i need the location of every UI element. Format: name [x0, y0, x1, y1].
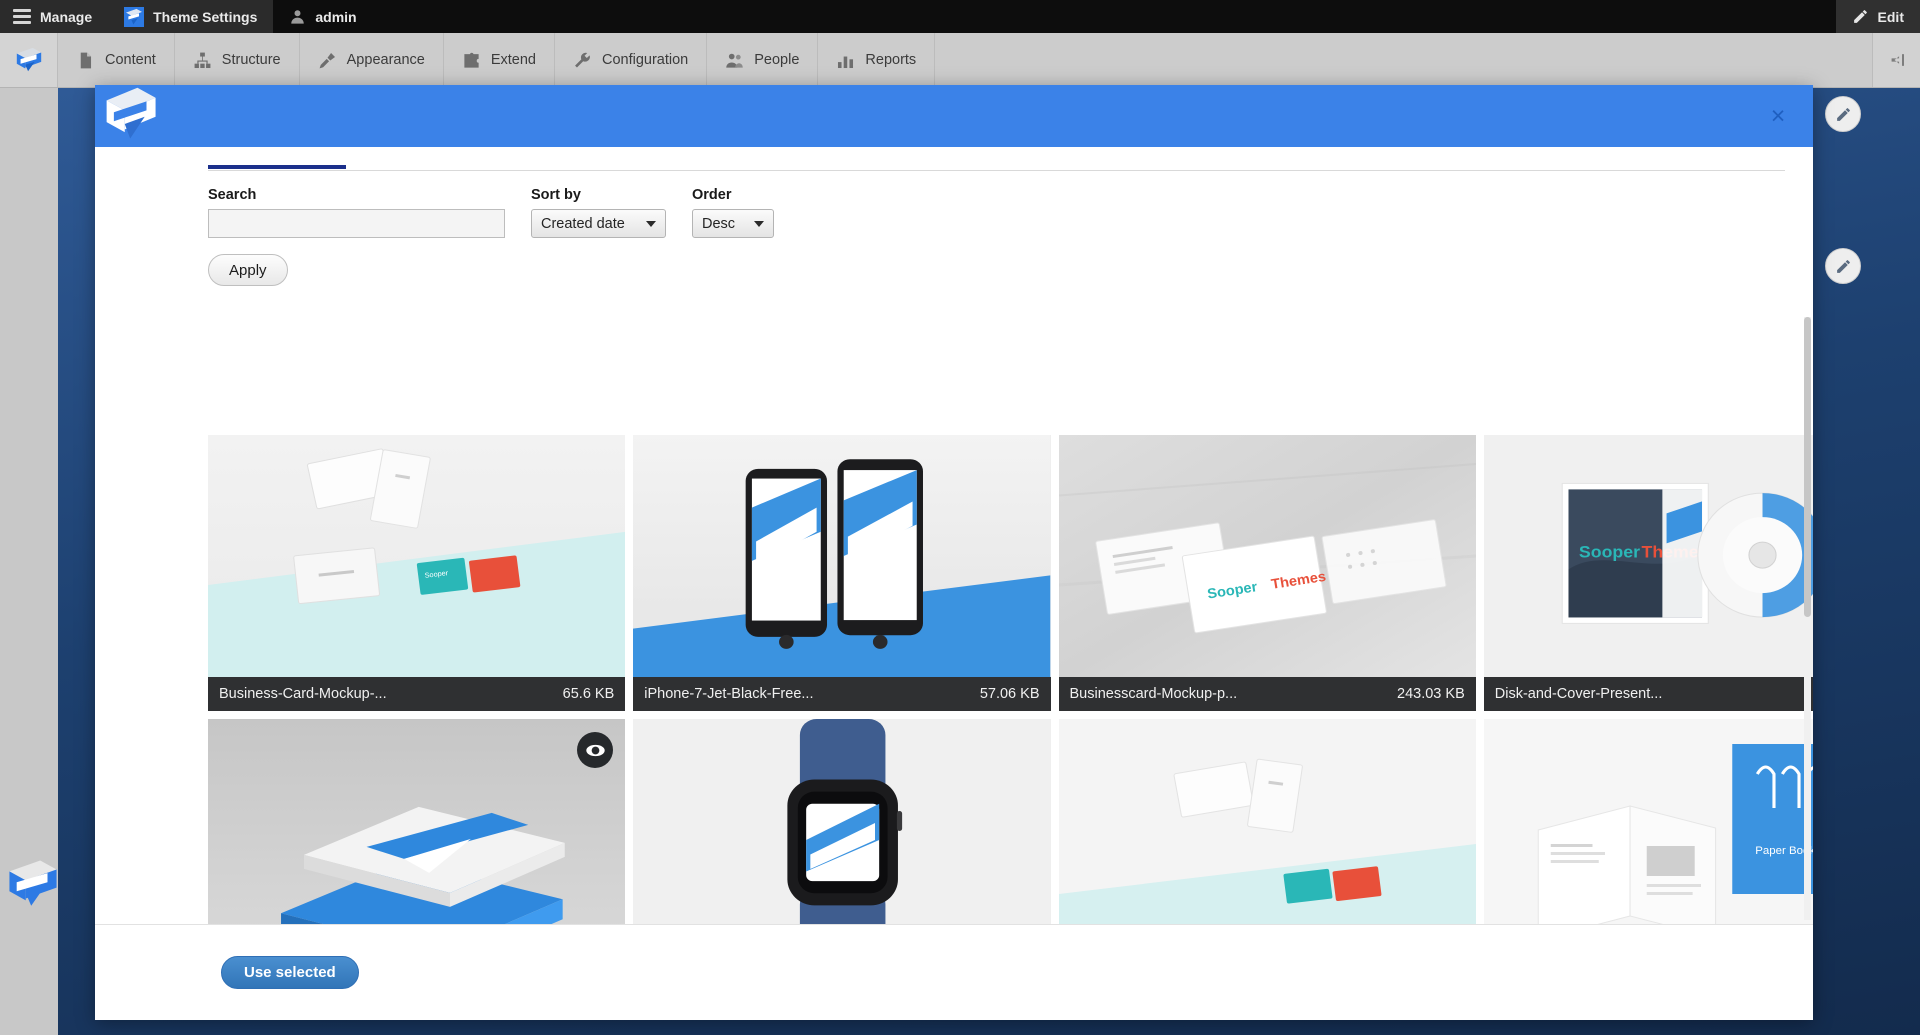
media-caption: Disk-and-Cover-Present... 62.74 KB [1484, 677, 1813, 711]
order-group: Order Desc [692, 187, 774, 238]
sitemap-icon [193, 51, 212, 70]
toolbar-manage-button[interactable]: Manage [0, 0, 108, 33]
media-caption: Business-Card-Mockup-... 65.6 KB [208, 677, 625, 711]
background-edit-pencil-button-2[interactable] [1825, 248, 1861, 284]
people-icon [725, 51, 744, 70]
search-input[interactable] [208, 209, 505, 238]
media-browser-modal: × Search Sort by Created date Order Desc [95, 85, 1813, 1020]
admin-toolbar: Manage Theme Settings admin Edit [0, 0, 1920, 33]
admin-menu-bar: Content Structure Appearance Extend Conf… [0, 33, 1920, 88]
sort-by-label: Sort by [531, 187, 666, 203]
modal-footer: Use selected [95, 924, 1813, 1020]
modal-scrollbar-thumb[interactable] [1804, 317, 1811, 617]
media-tile[interactable]: Sooper Themes Businesscard-Mockup-p... 2… [1059, 435, 1476, 711]
admin-menu-label: Appearance [347, 52, 425, 68]
admin-menu-home-button[interactable] [0, 33, 58, 87]
media-thumbnail: Sooper Themes [1484, 435, 1813, 677]
admin-menu-item-configuration[interactable]: Configuration [555, 33, 707, 87]
user-avatar-icon [289, 8, 306, 25]
document-icon [76, 51, 95, 70]
admin-menu-filler [935, 33, 1872, 87]
media-filename: iPhone-7-Jet-Black-Free... [644, 686, 813, 702]
admin-menu-item-appearance[interactable]: Appearance [300, 33, 444, 87]
toolbar-theme-settings-label: Theme Settings [153, 9, 257, 25]
order-label: Order [692, 187, 774, 203]
modal-logo-icon [103, 81, 161, 147]
paintbrush-icon [318, 51, 337, 70]
eye-preview-icon[interactable] [577, 732, 613, 768]
puzzle-piece-icon [462, 51, 481, 70]
toolbar-edit-label: Edit [1878, 9, 1904, 25]
toolbar-manage-label: Manage [40, 9, 92, 25]
media-filter-bar: Search Sort by Created date Order Desc [208, 187, 1813, 238]
modal-header: × [95, 85, 1813, 147]
use-selected-button[interactable]: Use selected [221, 956, 359, 989]
modal-body: Search Sort by Created date Order Desc A… [95, 147, 1813, 1020]
media-caption: Businesscard-Mockup-p... 243.03 KB [1059, 677, 1476, 711]
admin-menu-label: People [754, 52, 799, 68]
pencil-icon [1852, 8, 1869, 25]
admin-menu-item-reports[interactable]: Reports [818, 33, 935, 87]
admin-menu-label: Structure [222, 52, 281, 68]
media-filename: Businesscard-Mockup-p... [1070, 686, 1238, 702]
media-caption: iPhone-7-Jet-Black-Free... 57.06 KB [633, 677, 1050, 711]
order-select[interactable]: Desc [692, 209, 774, 238]
apply-button[interactable]: Apply [208, 254, 288, 286]
admin-menu-collapse-button[interactable] [1872, 33, 1920, 87]
modal-tab-strip [208, 165, 1785, 171]
toolbar-theme-settings-button[interactable]: Theme Settings [108, 0, 273, 33]
modal-close-button[interactable]: × [1765, 103, 1791, 129]
admin-menu-label: Configuration [602, 52, 688, 68]
sooperthemes-logo-icon [124, 7, 144, 27]
admin-menu-item-extend[interactable]: Extend [444, 33, 555, 87]
admin-menu-label: Extend [491, 52, 536, 68]
chevron-down-icon [754, 221, 764, 227]
collapse-tray-icon [1887, 50, 1907, 70]
chevron-down-icon [646, 221, 656, 227]
media-thumbnail: Sooper [208, 435, 625, 677]
sort-by-value: Created date [541, 216, 625, 232]
wrench-icon [573, 51, 592, 70]
sooperthemes-logo-icon [14, 45, 44, 75]
media-tile[interactable]: Sooper Business-Card-Mockup-... 65.6 KB [208, 435, 625, 711]
media-tile[interactable]: Sooper Themes Disk-and-Cover-Present... … [1484, 435, 1813, 711]
sort-by-select[interactable]: Created date [531, 209, 666, 238]
search-field-group: Search [208, 187, 505, 238]
admin-menu-item-content[interactable]: Content [58, 33, 175, 87]
admin-menu-item-structure[interactable]: Structure [175, 33, 300, 87]
pencil-icon [1835, 258, 1852, 275]
toolbar-user-label: admin [315, 9, 356, 25]
toolbar-spacer [373, 0, 1836, 33]
search-label: Search [208, 187, 505, 203]
media-filesize: 243.03 KB [1385, 686, 1465, 702]
order-value: Desc [702, 216, 735, 232]
admin-menu-label: Content [105, 52, 156, 68]
background-site-logo-icon [4, 855, 62, 913]
media-filesize: 57.06 KB [968, 686, 1040, 702]
media-filename: Disk-and-Cover-Present... [1495, 686, 1663, 702]
svg-text:Sooper: Sooper [1579, 542, 1640, 562]
media-tile[interactable]: iPhone-7-Jet-Black-Free... 57.06 KB [633, 435, 1050, 711]
modal-active-tab-indicator[interactable] [208, 165, 346, 169]
toolbar-edit-button[interactable]: Edit [1836, 0, 1920, 33]
sort-by-group: Sort by Created date [531, 187, 666, 238]
apply-row: Apply [208, 254, 1813, 286]
media-thumbnail: Sooper Themes [1059, 435, 1476, 677]
pencil-icon [1835, 106, 1852, 123]
bar-chart-icon [836, 51, 855, 70]
modal-scrollbar-track[interactable] [1804, 317, 1811, 920]
admin-menu-label: Reports [865, 52, 916, 68]
media-filesize: 65.6 KB [551, 686, 615, 702]
background-edit-pencil-button-1[interactable] [1825, 96, 1861, 132]
media-thumbnail [633, 435, 1050, 677]
admin-menu-item-people[interactable]: People [707, 33, 818, 87]
media-filename: Business-Card-Mockup-... [219, 686, 387, 702]
toolbar-user-button[interactable]: admin [273, 0, 372, 33]
hamburger-icon [13, 6, 31, 27]
